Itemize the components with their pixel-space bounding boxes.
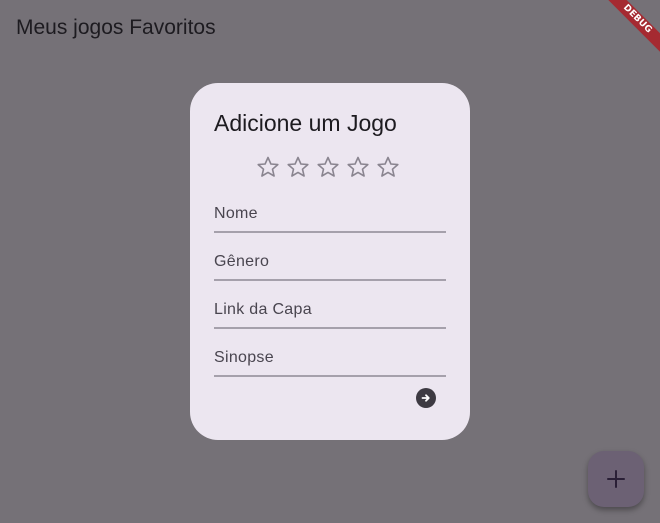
- add-game-fab[interactable]: [588, 451, 644, 507]
- submit-button[interactable]: [416, 388, 436, 408]
- debug-banner: DEBUG: [600, 0, 660, 60]
- sinopse-field-wrapper: [214, 341, 446, 389]
- sinopse-field[interactable]: [214, 341, 446, 377]
- star-1-icon[interactable]: [256, 155, 280, 179]
- capa-field-wrapper: [214, 293, 446, 341]
- star-3-icon[interactable]: [316, 155, 340, 179]
- nome-field[interactable]: [214, 197, 446, 233]
- star-5-icon[interactable]: [376, 155, 400, 179]
- debug-label: DEBUG: [600, 0, 660, 56]
- add-game-dialog: Adicione um Jogo: [190, 83, 470, 440]
- app-title: Meus jogos Favoritos: [16, 16, 216, 39]
- star-2-icon[interactable]: [286, 155, 310, 179]
- link-capa-field[interactable]: [214, 293, 446, 329]
- star-rating: [256, 155, 400, 179]
- arrow-right-icon: [421, 394, 430, 402]
- plus-icon: [607, 470, 625, 488]
- star-4-icon[interactable]: [346, 155, 370, 179]
- nome-field-wrapper: [214, 197, 446, 245]
- genero-field-wrapper: [214, 245, 446, 293]
- dialog-title: Adicione um Jogo: [214, 110, 397, 136]
- genero-field[interactable]: [214, 245, 446, 281]
